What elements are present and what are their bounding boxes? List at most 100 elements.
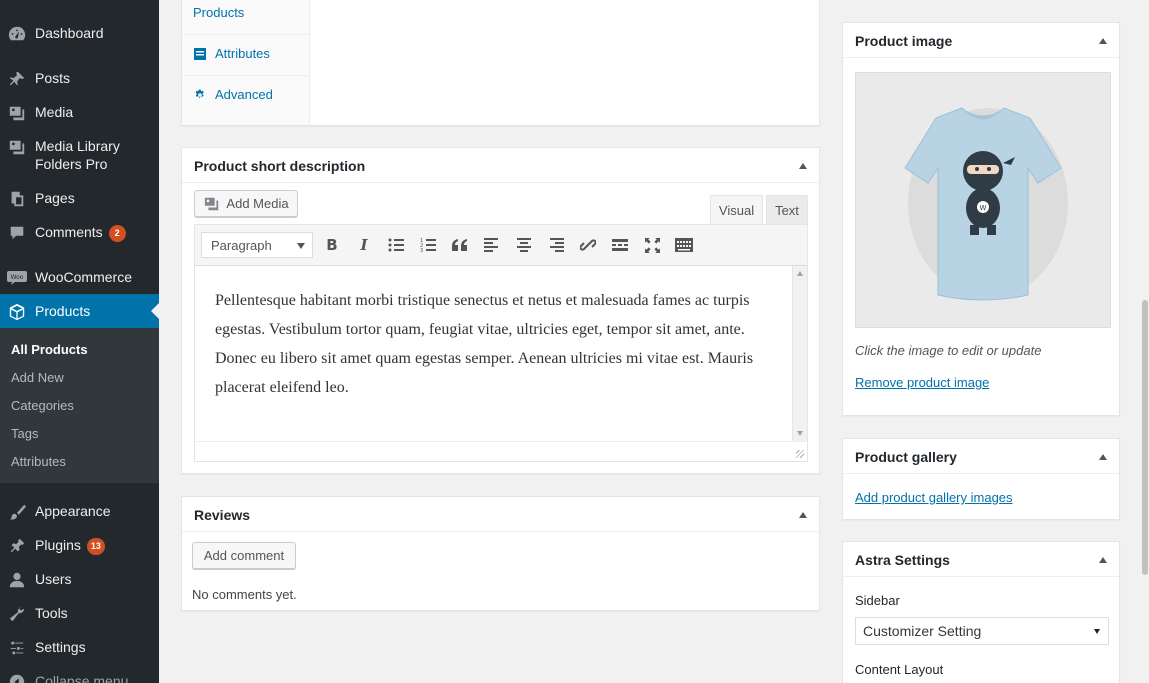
panel-title: Astra Settings [855, 552, 950, 568]
scroll-up-icon[interactable] [797, 271, 803, 276]
svg-text:3: 3 [420, 248, 423, 252]
divider [843, 57, 1119, 58]
collapse-toggle-icon[interactable] [1099, 557, 1107, 563]
image-hint: Click the image to edit or update [855, 343, 1042, 358]
divider [182, 34, 310, 35]
collapse-toggle-icon[interactable] [1099, 38, 1107, 44]
tshirt-image: W [904, 107, 1068, 301]
menu-media-library-folders-pro[interactable]: Media Library Folders Pro [0, 137, 159, 173]
resize-handle-icon[interactable] [796, 450, 804, 458]
dropdown-arrow-icon [297, 243, 305, 249]
svg-text:W: W [980, 204, 987, 212]
button-label: Add Media [226, 196, 289, 211]
divider [195, 441, 807, 442]
page-scrollbar[interactable] [1141, 0, 1149, 683]
dashboard-icon [7, 24, 27, 44]
menu-settings[interactable]: Settings [0, 638, 159, 658]
admin-sidebar: Dashboard Posts Media Media Library Fold… [0, 0, 159, 683]
divider [182, 75, 310, 76]
tab-visual[interactable]: Visual [710, 195, 763, 225]
add-comment-button[interactable]: Add comment [192, 542, 296, 569]
align-center-icon[interactable] [514, 235, 534, 255]
menu-label: Plugins 13 [35, 536, 105, 555]
menu-plugins[interactable]: Plugins 13 [0, 536, 159, 556]
cube-icon [7, 302, 27, 322]
pages-icon [7, 189, 27, 209]
collapse-toggle-icon[interactable] [799, 512, 807, 518]
woo-icon: Woo [7, 268, 27, 288]
read-more-icon[interactable] [610, 235, 630, 255]
remove-product-image-link[interactable]: Remove product image [855, 375, 989, 390]
submenu-attributes[interactable]: Attributes [11, 454, 66, 469]
gear-icon [193, 88, 207, 102]
menu-tools[interactable]: Tools [0, 604, 159, 624]
italic-icon[interactable]: I [354, 235, 374, 255]
add-media-button[interactable]: Add Media [194, 190, 298, 217]
tab-products[interactable]: Products [193, 5, 244, 20]
menu-woocommerce[interactable]: Woo WooCommerce [0, 268, 159, 288]
format-select[interactable]: Paragraph [201, 232, 313, 258]
tab-attributes[interactable]: Attributes [193, 46, 270, 61]
products-submenu: All Products Add New Categories Tags Att… [0, 328, 159, 483]
menu-collapse[interactable]: Collapse menu [0, 672, 159, 683]
media-icon [7, 137, 27, 157]
tab-text[interactable]: Text [766, 195, 808, 225]
tab-label: Visual [718, 202, 755, 218]
toolbar-toggle-icon[interactable] [674, 235, 694, 255]
menu-users[interactable]: Users [0, 570, 159, 590]
collapse-icon [7, 672, 27, 683]
submenu-tags[interactable]: Tags [11, 426, 38, 441]
bullet-list-icon[interactable] [386, 235, 406, 255]
divider [843, 473, 1119, 474]
blockquote-icon[interactable] [450, 235, 470, 255]
menu-label: Tools [35, 605, 68, 621]
plug-icon [7, 536, 27, 556]
sidebar-setting-select[interactable]: Customizer Setting [855, 617, 1109, 645]
align-left-icon[interactable] [482, 235, 502, 255]
menu-pages[interactable]: Pages [0, 189, 159, 209]
align-right-icon[interactable] [546, 235, 566, 255]
menu-appearance[interactable]: Appearance [0, 502, 159, 522]
menu-label: Media Library Folders Pro [35, 138, 120, 172]
select-value: Customizer Setting [863, 623, 982, 639]
scrollbar-thumb[interactable] [1142, 300, 1148, 575]
numbered-list-icon[interactable]: 123 [418, 235, 438, 255]
menu-label: WooCommerce [35, 269, 132, 285]
submenu-categories[interactable]: Categories [11, 398, 74, 413]
tab-advanced[interactable]: Advanced [193, 87, 273, 102]
fullscreen-icon[interactable] [642, 235, 662, 255]
submenu-add-new[interactable]: Add New [11, 370, 64, 385]
menu-dashboard[interactable]: Dashboard [0, 24, 159, 44]
comments-count-badge: 2 [108, 225, 126, 242]
menu-media[interactable]: Media [0, 103, 159, 123]
content-layout-label: Content Layout [855, 662, 944, 677]
add-gallery-images-link[interactable]: Add product gallery images [855, 490, 1013, 505]
menu-label: Dashboard [35, 25, 104, 41]
panel-title: Product short description [194, 158, 366, 174]
product-image-thumbnail[interactable]: W [855, 72, 1111, 328]
editor-scrollbar[interactable] [792, 266, 807, 441]
menu-label: Posts [35, 70, 71, 86]
tab-label: Advanced [215, 87, 273, 102]
collapse-toggle-icon[interactable] [1099, 454, 1107, 460]
bold-icon[interactable]: B [322, 235, 342, 255]
link-icon[interactable] [578, 235, 598, 255]
editor-content[interactable]: Pellentesque habitant morbi tristique se… [215, 286, 775, 402]
panel-title: Product gallery [855, 449, 957, 465]
menu-label: Settings [35, 639, 86, 655]
plugins-count-badge: 13 [86, 538, 105, 555]
panel-title: Reviews [194, 507, 251, 523]
astra-settings-panel: Astra Settings Sidebar Customizer Settin… [842, 541, 1120, 683]
submenu-all-products[interactable]: All Products [11, 342, 88, 357]
menu-comments[interactable]: Comments 2 [0, 223, 159, 243]
user-icon [7, 570, 27, 590]
settings-icon [7, 638, 27, 658]
list-icon [193, 47, 207, 61]
menu-products[interactable]: Products [0, 302, 159, 322]
editor-body[interactable]: Pellentesque habitant morbi tristique se… [194, 266, 808, 462]
divider [182, 182, 819, 183]
menu-posts[interactable]: Posts [0, 69, 159, 89]
pin-icon [7, 69, 27, 89]
collapse-toggle-icon[interactable] [799, 163, 807, 169]
scroll-down-icon[interactable] [797, 431, 803, 436]
